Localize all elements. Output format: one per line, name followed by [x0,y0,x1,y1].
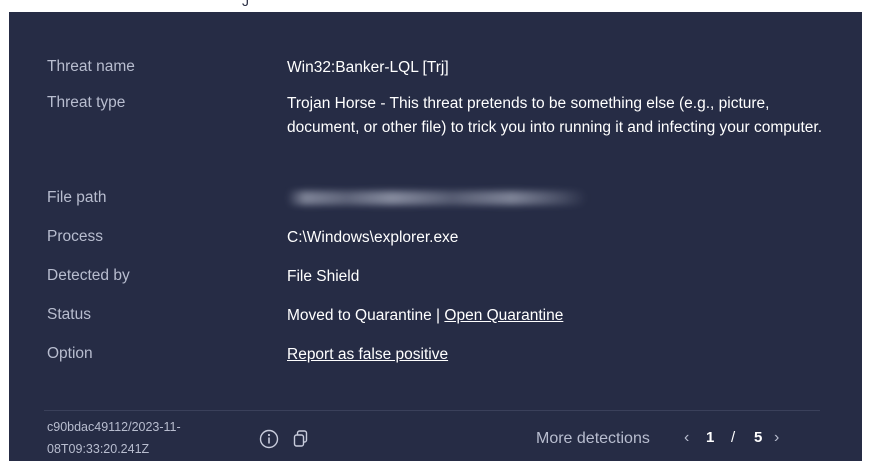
pager-current: 1 [706,429,715,446]
detected-by-value: File Shield [287,268,360,285]
pager-separator: / [731,429,736,446]
threat-name-label: Threat name [47,58,135,75]
status-label: Status [47,306,91,323]
copy-icon[interactable] [293,430,309,448]
threat-type-label: Threat type [47,94,126,111]
partial-glyph: J [242,0,249,9]
blurred-file-path [287,191,587,205]
status-value: Moved to Quarantine | Open Quarantine [287,304,842,328]
prev-detection-button[interactable]: ‹ [684,429,689,447]
file-path-value [287,187,842,213]
footer-divider [44,410,820,411]
detection-id: c90bdac49112/2023-11- 08T09:33:20.241Z [47,416,227,460]
next-detection-button[interactable]: › [774,429,779,447]
threat-name-value: Win32:Banker-LQL [Trj] [287,59,449,76]
process-value: C:\Windows\explorer.exe [287,229,459,246]
pager-total: 5 [754,429,763,446]
open-quarantine-link[interactable]: Open Quarantine [444,307,563,324]
detection-footer: c90bdac49112/2023-11- 08T09:33:20.241Z M… [9,414,862,461]
info-circle-icon[interactable] [259,429,279,449]
process-label: Process [47,228,103,245]
status-text: Moved to Quarantine | [287,307,445,324]
option-value: Report as false positive [287,343,842,367]
report-false-positive-link[interactable]: Report as false positive [287,346,448,363]
file-path-label: File path [47,189,107,206]
detection-id-line2: 08T09:33:20.241Z [47,442,150,456]
detection-details-panel: Threat name Win32:Banker-LQL [Trj] Threa… [9,12,862,461]
threat-type-value: Trojan Horse - This threat pretends to b… [287,95,823,136]
detection-id-line1: c90bdac49112/2023-11- [47,420,181,434]
option-label: Option [47,345,93,362]
detected-by-label: Detected by [47,267,130,284]
top-strip: J [0,0,870,12]
more-detections-label: More detections [536,430,650,447]
